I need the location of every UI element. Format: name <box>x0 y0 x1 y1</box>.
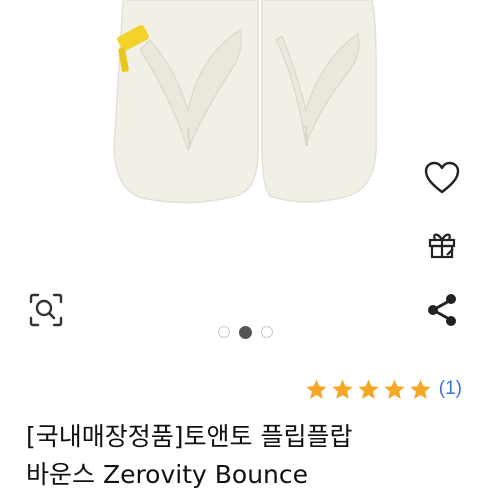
review-count-link[interactable]: (1) <box>439 378 462 400</box>
product-image[interactable] <box>0 0 490 300</box>
sandal-illustration <box>113 0 377 204</box>
carousel-dot-3[interactable] <box>260 326 273 338</box>
wishlist-button[interactable] <box>420 156 464 200</box>
gift-button[interactable] <box>420 222 464 266</box>
zoom-search-icon <box>29 293 63 327</box>
star-icon <box>332 378 353 399</box>
product-title-line-2: 바운스 Zerovity Bounce <box>26 460 309 489</box>
carousel-dot-1[interactable] <box>217 326 230 338</box>
product-title-line-1: [국내매장정품]토앤토 플립플랍 <box>26 422 353 451</box>
share-icon <box>428 294 456 326</box>
zoom-button[interactable] <box>24 288 68 332</box>
carousel-dot-2-active[interactable] <box>238 325 252 339</box>
heart-outline-icon <box>424 161 460 194</box>
star-icon <box>384 378 405 399</box>
star-icon <box>358 378 379 399</box>
rating-row[interactable]: (1) <box>305 375 462 403</box>
gift-icon <box>428 233 456 259</box>
product-title: [국내매장정품]토앤토 플립플랍 바운스 Zerovity Bounce <box>26 418 466 490</box>
star-icon <box>410 378 431 399</box>
carousel-indicator <box>210 322 280 342</box>
star-icon <box>306 378 327 399</box>
share-button[interactable] <box>420 288 464 332</box>
